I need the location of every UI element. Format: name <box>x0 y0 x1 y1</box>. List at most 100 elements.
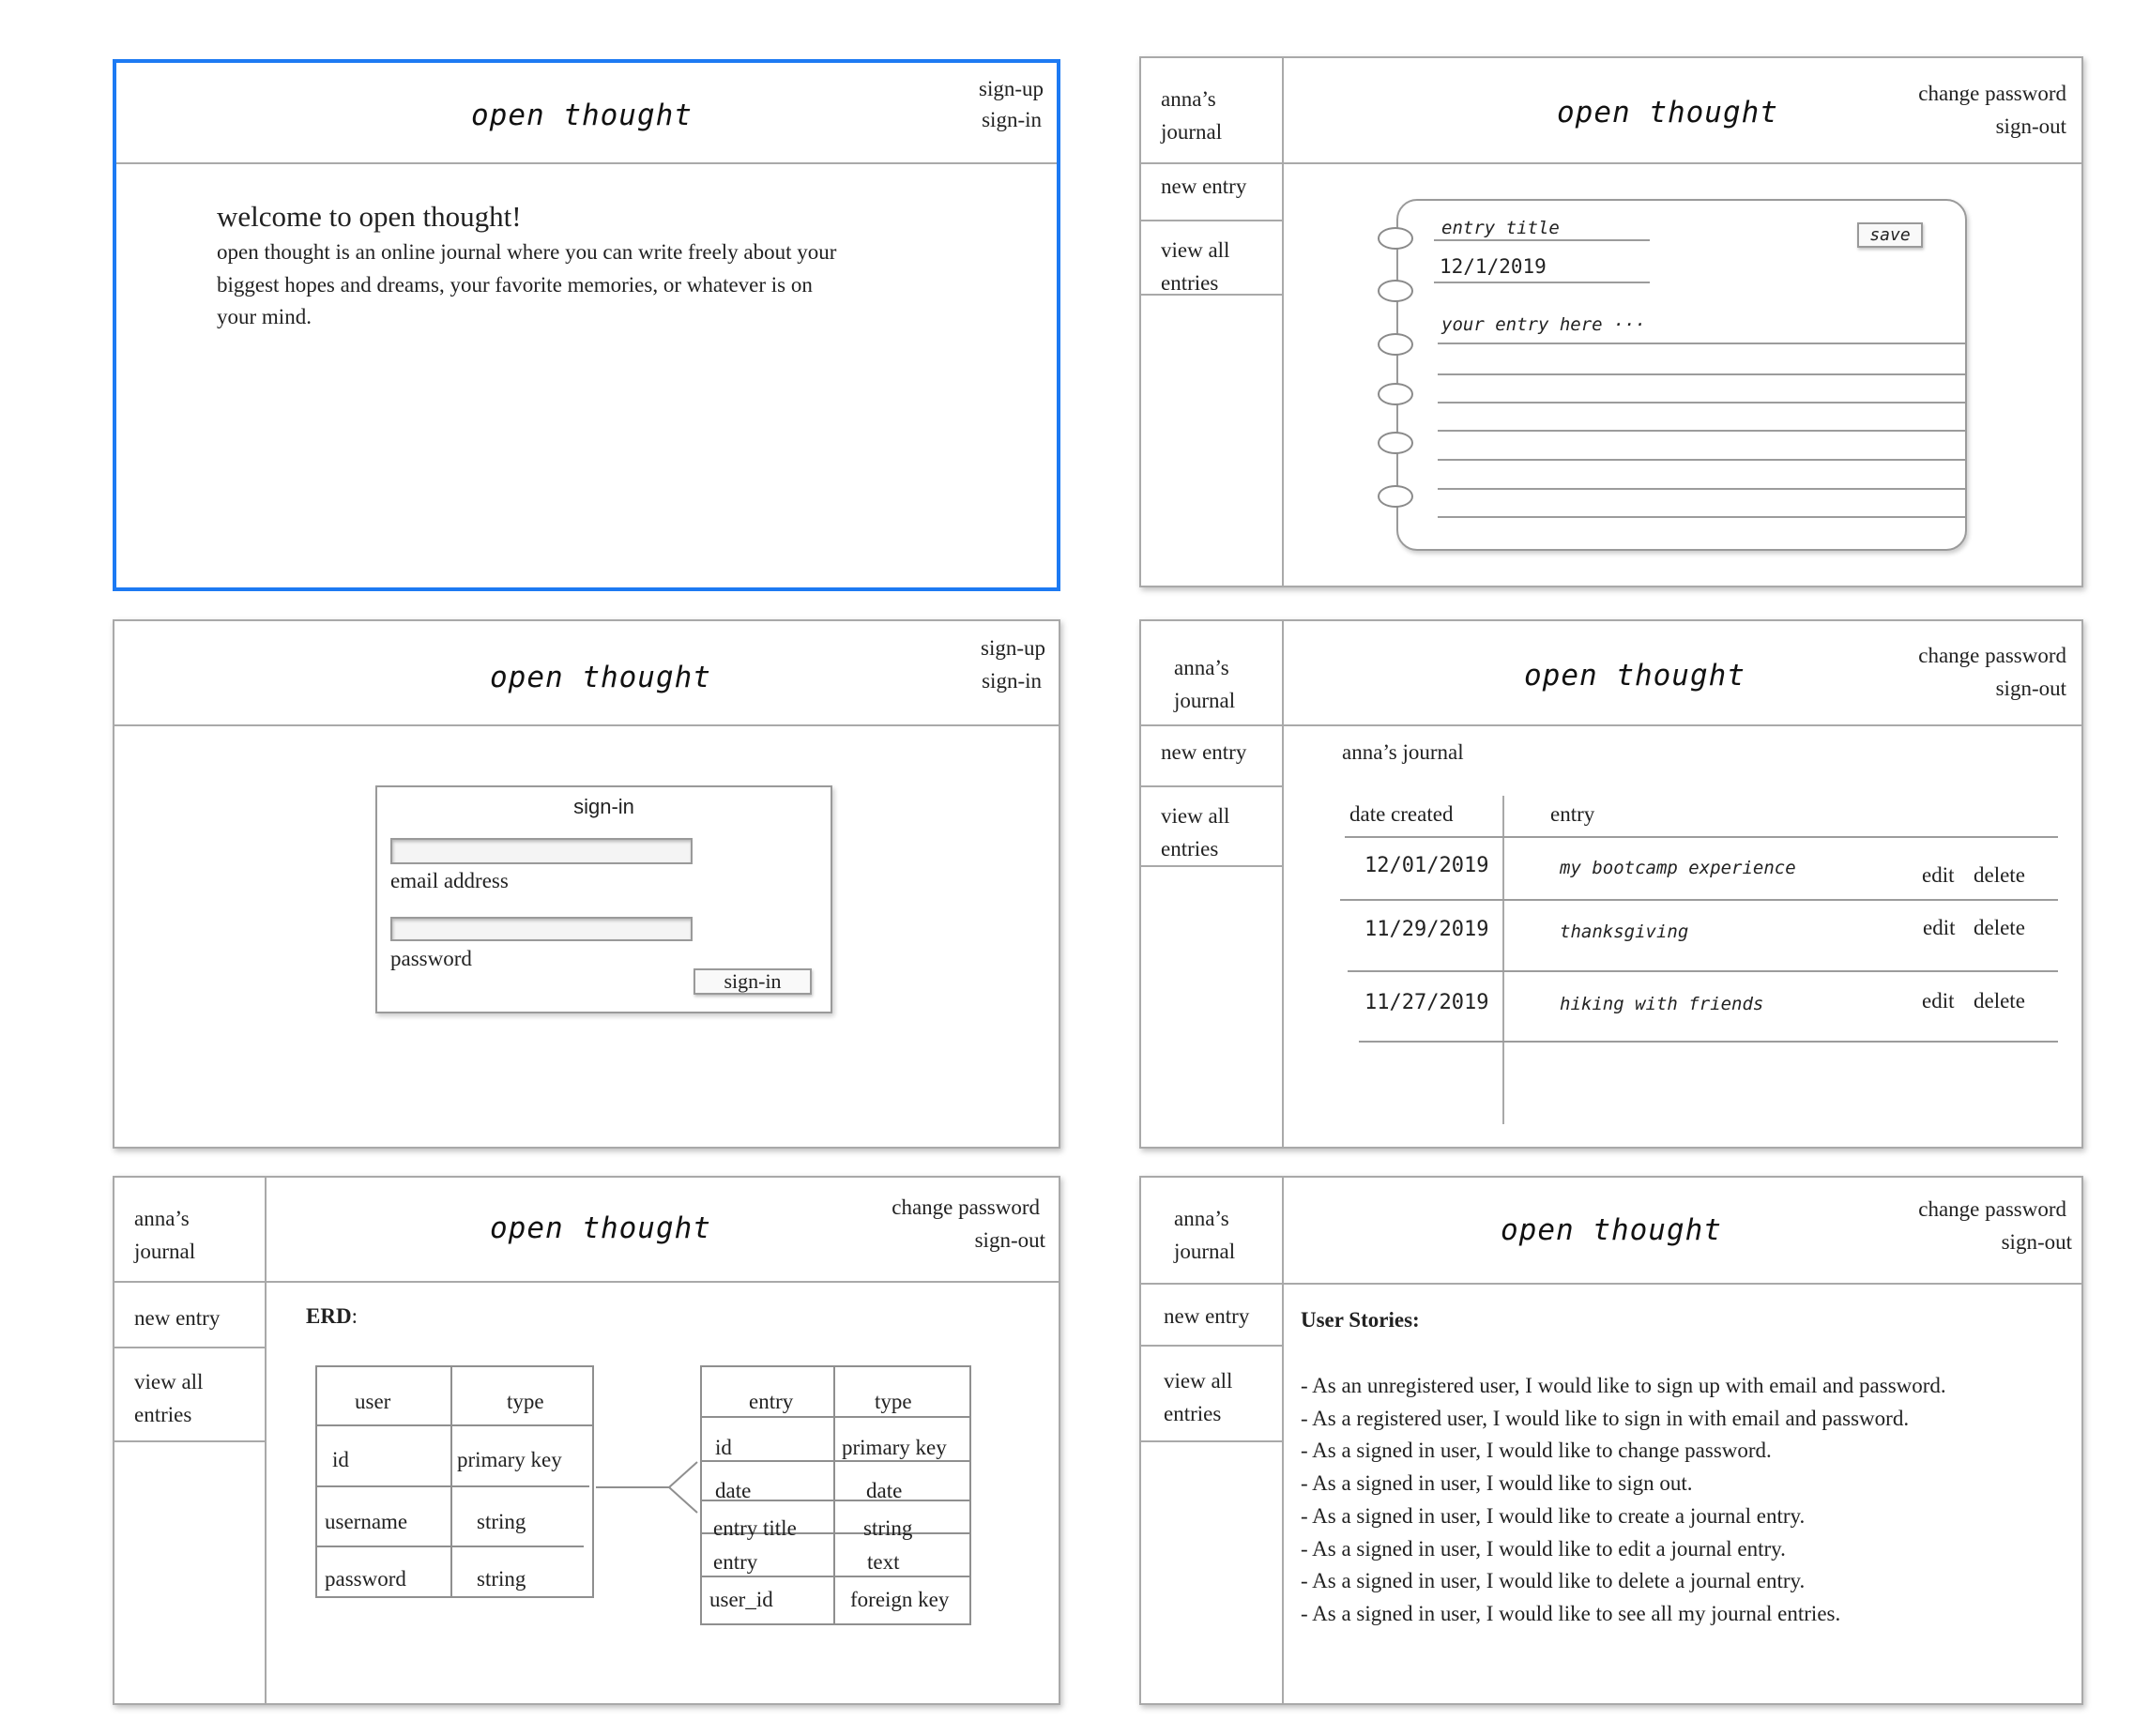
erd-cell: user_id <box>709 1588 773 1611</box>
delete-button[interactable]: delete <box>1974 917 2025 938</box>
sidebar-divider <box>265 1178 267 1705</box>
column-header-entry: entry <box>1550 802 1595 826</box>
story-item: - As a signed in user, I would like to c… <box>1301 1504 1806 1528</box>
erd-label: ERD: <box>306 1304 358 1328</box>
signout-link[interactable]: sign-out <box>2002 1231 2072 1253</box>
erd-cell: id <box>332 1448 349 1471</box>
brand-title: open thought <box>1557 96 1778 129</box>
entry-date-input[interactable]: 12/1/2019 <box>1440 257 1547 277</box>
edit-button[interactable]: edit <box>1922 990 1955 1012</box>
row-title[interactable]: my bootcamp experience <box>1560 860 1796 877</box>
row-title[interactable]: thanksgiving <box>1560 923 1688 941</box>
story-item: - As a signed in user, I would like to d… <box>1301 1569 1806 1592</box>
save-button[interactable]: save <box>1857 222 1923 248</box>
signin-button[interactable]: sign-in <box>694 968 812 995</box>
sidebar-view-all-line2[interactable]: entries <box>134 1404 191 1425</box>
signin-link[interactable]: sign-in <box>982 109 1042 130</box>
email-label: email address <box>390 869 509 892</box>
stories-heading: User Stories: <box>1301 1308 1420 1332</box>
brand-title: open thought <box>1524 659 1745 693</box>
delete-button[interactable]: delete <box>1974 990 2025 1012</box>
signout-link[interactable]: sign-out <box>1996 678 2066 699</box>
notebook-ring <box>1378 432 1413 454</box>
sidebar-view-all-line2[interactable]: entries <box>1161 838 1218 860</box>
sidebar-divider <box>1282 58 1284 587</box>
sidebar-journal-line1: anna’s <box>1174 1207 1229 1230</box>
sidebar-new-entry[interactable]: new entry <box>1161 175 1246 197</box>
sidebar-journal-line2: journal <box>1174 1240 1236 1263</box>
row-date: 12/01/2019 <box>1364 854 1489 877</box>
sidebar-new-entry[interactable]: new entry <box>134 1307 220 1329</box>
edit-button[interactable]: edit <box>1923 917 1956 938</box>
change-password-link[interactable]: change password <box>1918 83 2066 104</box>
erd-cell: entry title <box>713 1516 797 1540</box>
sidebar-view-all-line1[interactable]: view all <box>1161 239 1229 261</box>
erd-cell: date <box>866 1479 903 1502</box>
sidebar-journal-line1: anna’s <box>1174 656 1229 679</box>
welcome-line-2: biggest hopes and dreams, your favorite … <box>217 273 813 297</box>
password-field[interactable] <box>390 917 693 941</box>
erd-cell: string <box>477 1567 526 1591</box>
header-divider <box>116 162 1057 164</box>
email-field[interactable] <box>390 838 693 864</box>
notebook-ring <box>1378 485 1413 508</box>
password-label: password <box>390 947 472 970</box>
signout-link[interactable]: sign-out <box>1996 115 2066 137</box>
sidebar-journal-line2: journal <box>1174 689 1236 712</box>
delete-button[interactable]: delete <box>1974 864 2025 886</box>
entries-heading: anna’s journal <box>1342 740 1464 764</box>
wireframe-entries-list: anna’s journal new entry view all entrie… <box>1139 619 2083 1149</box>
story-item: - As a signed in user, I would like to c… <box>1301 1439 1772 1462</box>
header-divider <box>1282 1283 2083 1285</box>
signup-link[interactable]: sign-up <box>981 637 1045 659</box>
story-item: - As a registered user, I would like to … <box>1301 1407 1910 1430</box>
notebook-ring <box>1378 333 1413 356</box>
erd-cell: date <box>715 1479 752 1502</box>
brand-title: open thought <box>490 1211 711 1245</box>
story-item: - As a signed in user, I would like to s… <box>1301 1471 1693 1495</box>
entry-title-input[interactable]: entry title <box>1441 220 1560 237</box>
erd-relationship-connector <box>596 1461 698 1514</box>
signout-link[interactable]: sign-out <box>975 1229 1045 1251</box>
erd-cell: username <box>325 1510 408 1533</box>
brand-title: open thought <box>1501 1213 1722 1247</box>
column-header-date: date created <box>1349 802 1454 826</box>
signup-link[interactable]: sign-up <box>979 78 1044 99</box>
story-item: - As an unregistered user, I would like … <box>1301 1374 1946 1397</box>
erd-cell: entry <box>713 1550 758 1574</box>
erd-cell: id <box>715 1436 732 1459</box>
wireframe-erd: anna’s journal new entry view all entrie… <box>113 1176 1060 1705</box>
sidebar-journal-line2: journal <box>1161 120 1223 144</box>
sidebar-new-entry[interactable]: new entry <box>1164 1305 1249 1327</box>
erd-cell: string <box>477 1510 526 1533</box>
wireframe-new-entry: anna’s journal new entry view all entrie… <box>1139 56 2083 587</box>
signin-link[interactable]: sign-in <box>982 670 1042 692</box>
notebook-ring <box>1378 227 1413 250</box>
entry-body-input[interactable]: your entry here ··· <box>1441 316 1645 334</box>
row-date: 11/29/2019 <box>1364 918 1489 941</box>
wireframe-welcome[interactable]: open thought sign-up sign-in welcome to … <box>113 59 1060 591</box>
sidebar-view-all-line1[interactable]: view all <box>1164 1370 1232 1392</box>
header-divider <box>1282 724 2083 726</box>
change-password-link[interactable]: change password <box>1918 1198 2066 1220</box>
wireframe-signin: open thought sign-up sign-in sign-in ema… <box>113 619 1060 1149</box>
sidebar-view-all-line2[interactable]: entries <box>1164 1403 1221 1424</box>
erd-cell: type <box>507 1390 544 1413</box>
welcome-heading: welcome to open thought! <box>217 200 522 233</box>
edit-button[interactable]: edit <box>1922 864 1955 886</box>
signin-title: sign-in <box>573 795 634 818</box>
sidebar-new-entry[interactable]: new entry <box>1161 741 1246 763</box>
row-title[interactable]: hiking with friends <box>1560 996 1763 1013</box>
welcome-line-3: your mind. <box>217 305 312 328</box>
sidebar-view-all-line1[interactable]: view all <box>134 1371 203 1393</box>
erd-cell: user <box>355 1390 391 1413</box>
erd-cell: password <box>325 1567 406 1591</box>
sidebar-view-all-line2[interactable]: entries <box>1161 272 1218 294</box>
change-password-link[interactable]: change password <box>892 1196 1040 1218</box>
erd-cell: text <box>867 1550 900 1574</box>
sidebar-journal-line2: journal <box>134 1240 196 1263</box>
sidebar-view-all-line1[interactable]: view all <box>1161 805 1229 827</box>
row-date: 11/27/2019 <box>1364 991 1489 1014</box>
change-password-link[interactable]: change password <box>1918 645 2066 666</box>
column-divider <box>1502 796 1504 1124</box>
